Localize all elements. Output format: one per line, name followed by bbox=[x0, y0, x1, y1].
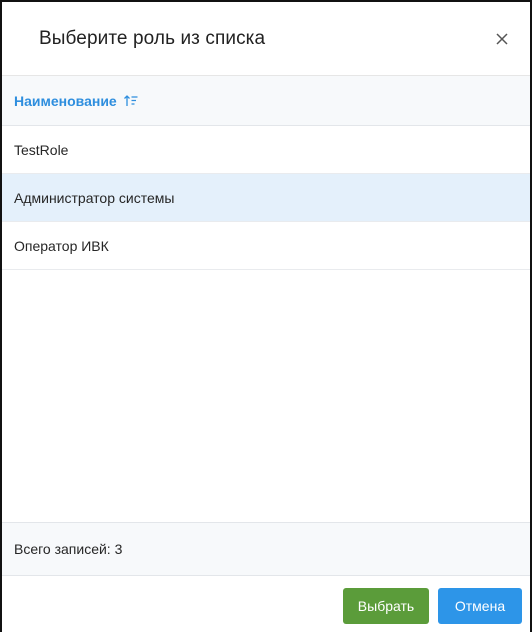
table-row[interactable]: TestRole bbox=[2, 126, 530, 174]
dialog-title: Выберите роль из списка bbox=[39, 27, 266, 49]
table-row[interactable]: Оператор ИВК bbox=[2, 222, 530, 270]
column-header-name[interactable]: Наименование bbox=[2, 76, 530, 126]
row-name: Администратор системы bbox=[14, 189, 175, 206]
dialog-actions: Выбрать Отмена bbox=[2, 576, 530, 636]
table-row-selected[interactable]: Администратор системы bbox=[2, 174, 530, 222]
close-button[interactable] bbox=[490, 27, 514, 51]
close-icon bbox=[496, 32, 508, 45]
total-records-label: Всего записей: 3 bbox=[14, 541, 123, 557]
select-button[interactable]: Выбрать bbox=[343, 588, 429, 624]
role-select-dialog: Выберите роль из списка Наименование Tes… bbox=[0, 0, 532, 632]
column-header-label: Наименование bbox=[14, 92, 117, 109]
row-name: Оператор ИВК bbox=[14, 237, 109, 254]
roles-table: Наименование TestRole Администратор сист… bbox=[2, 76, 530, 576]
row-name: TestRole bbox=[14, 141, 69, 158]
sort-ascending-icon[interactable] bbox=[123, 94, 139, 108]
table-empty-area bbox=[2, 270, 530, 522]
dialog-header: Выберите роль из списка bbox=[2, 2, 530, 76]
cancel-button[interactable]: Отмена bbox=[438, 588, 522, 624]
table-footer: Всего записей: 3 bbox=[2, 522, 530, 576]
